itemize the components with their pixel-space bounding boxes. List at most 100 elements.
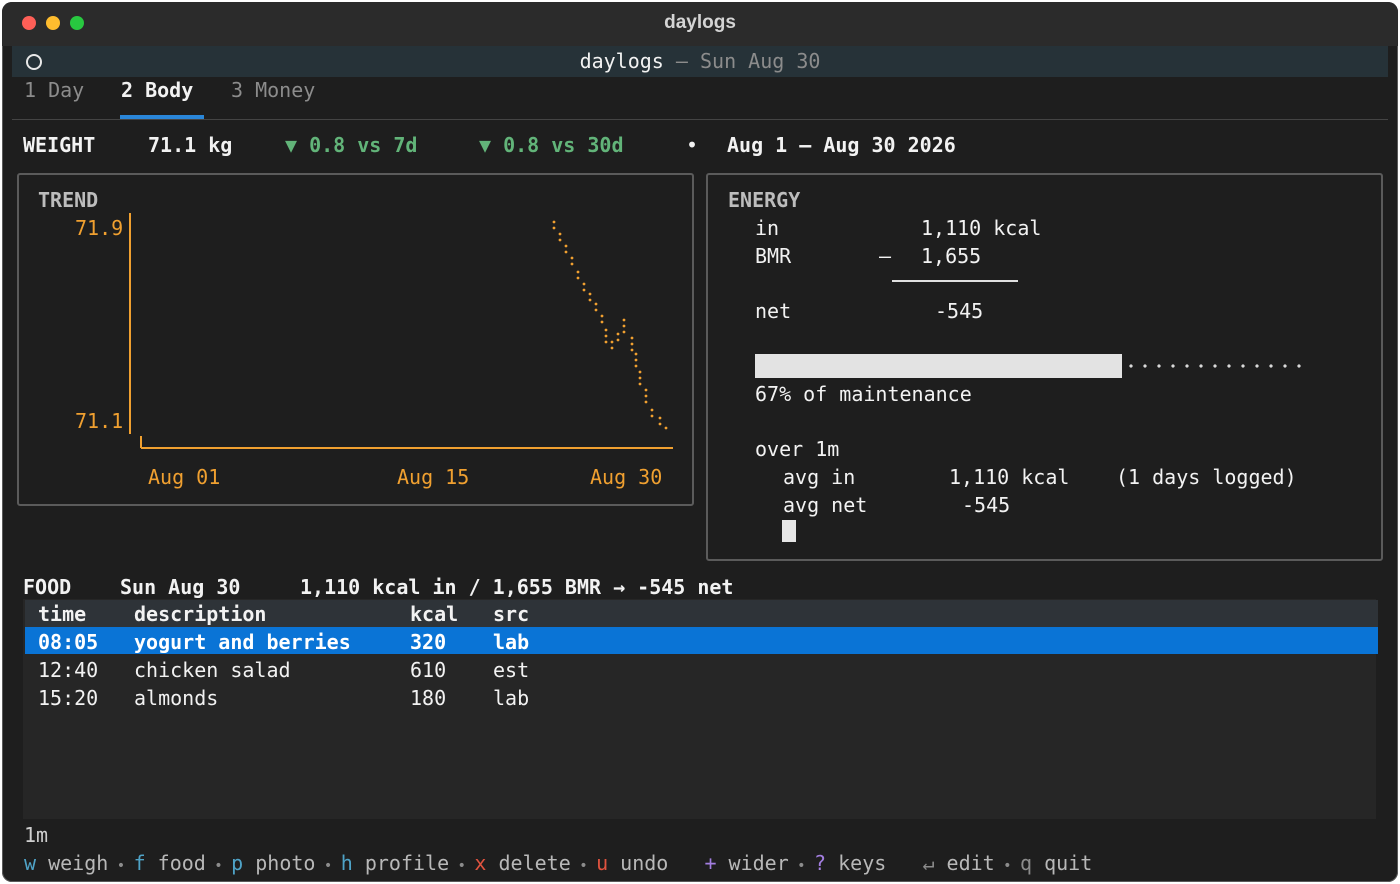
maintenance-bar-remaining xyxy=(1124,364,1305,368)
row-src: lab xyxy=(493,630,530,654)
row-time: 08:05 xyxy=(38,630,99,654)
footer-key-photo[interactable]: p photo xyxy=(231,851,315,875)
row-time: 12:40 xyxy=(38,658,99,682)
app-header-title: daylogs — Sun Aug 30 xyxy=(12,47,1388,75)
tab-body[interactable]: 2 Body xyxy=(121,76,193,104)
footer-key-wider[interactable]: + wider xyxy=(704,851,788,875)
footer-separator: • xyxy=(205,858,232,874)
window-title: daylogs xyxy=(664,12,736,33)
row-description: chicken salad xyxy=(134,658,291,682)
header-separator: — xyxy=(675,49,688,73)
footer-key-label: edit xyxy=(934,851,995,875)
weight-label: WEIGHT xyxy=(23,133,96,157)
row-src: lab xyxy=(493,686,530,710)
row-kcal: 180 xyxy=(410,686,447,710)
food-summary: 1,110 kcal in / 1,655 BMR → -545 net xyxy=(300,575,734,599)
footer-separator: • xyxy=(315,858,341,874)
footer-key-delete[interactable]: x delete xyxy=(474,851,570,875)
footer-key-glyph: x xyxy=(474,851,487,875)
app-header: daylogs — Sun Aug 30 xyxy=(12,46,1388,77)
tab-day[interactable]: 1 Day xyxy=(24,76,84,104)
food-label: FOOD xyxy=(23,575,72,599)
avg-in-value: 1,110 kcal xyxy=(949,465,1070,489)
trend-x-label-start: Aug 01 xyxy=(148,465,221,489)
trend-ymax-label: 71.9 xyxy=(75,216,124,240)
energy-sum-rule xyxy=(892,280,1018,282)
footer-key-weigh[interactable]: w weigh xyxy=(24,851,108,875)
footer-key-quit[interactable]: q quit xyxy=(1020,851,1092,875)
footer-key-label: undo xyxy=(608,851,669,875)
avg-net-label: avg net xyxy=(783,493,868,517)
footer-key-profile[interactable]: h profile xyxy=(341,851,449,875)
footer-key-label: weigh xyxy=(36,851,109,875)
footer-key-glyph: + xyxy=(704,851,717,875)
trend-title: TREND xyxy=(38,188,99,212)
energy-net-label: net xyxy=(755,299,792,323)
weight-value: 71.1 kg xyxy=(148,133,233,157)
footer-separator: • xyxy=(994,858,1020,874)
avg-in-note: (1 days logged) xyxy=(1116,465,1297,489)
row-description: almonds xyxy=(134,686,219,710)
trend-x-label-mid: Aug 15 xyxy=(397,465,470,489)
footer-separator: • xyxy=(449,858,475,874)
col-header-kcal: kcal xyxy=(410,602,459,626)
footer-key-glyph: p xyxy=(231,851,244,875)
footer-key-label: quit xyxy=(1032,851,1093,875)
energy-in-label: in xyxy=(755,216,780,240)
footer-keybar: w weigh • f food • p photo • h profile •… xyxy=(24,849,1092,880)
weight-delta-7d: ▼ 0.8 vs 7d xyxy=(285,133,418,157)
row-description: yogurt and berries xyxy=(134,630,351,654)
col-header-time: time xyxy=(38,602,87,626)
energy-net-value: -545 xyxy=(935,299,984,323)
tabs-divider xyxy=(12,119,1388,120)
tab-money[interactable]: 3 Money xyxy=(231,76,315,104)
footer-key-label: delete xyxy=(486,851,571,875)
table-row[interactable] xyxy=(25,683,1378,710)
energy-bmr-label: BMR xyxy=(755,244,792,268)
row-kcal: 610 xyxy=(410,658,447,682)
footer-key-label: profile xyxy=(352,851,450,875)
app-window: daylogs daylogs — Sun Aug 30 1 Day 2 Bod… xyxy=(2,2,1398,882)
footer-key-edit[interactable]: ↵ edit xyxy=(922,851,994,875)
footer-key-glyph: ↵ xyxy=(922,851,935,875)
footer-key-label: wider xyxy=(716,851,789,875)
energy-title: ENERGY xyxy=(728,188,801,212)
footer-separator: • xyxy=(570,858,597,874)
header-date: Sun Aug 30 xyxy=(700,49,821,73)
maintenance-bar-fill xyxy=(755,354,1122,378)
window-titlebar: daylogs xyxy=(2,2,1398,46)
footer-key-glyph: q xyxy=(1020,851,1033,875)
trend-ymin-label: 71.1 xyxy=(75,409,124,433)
header-app-name: daylogs xyxy=(579,49,664,73)
weight-date-range: Aug 1 — Aug 30 2026 xyxy=(727,133,956,157)
food-date: Sun Aug 30 xyxy=(120,575,241,599)
footer-key-keys[interactable]: ? keys xyxy=(814,851,886,875)
col-header-description: description xyxy=(134,602,267,626)
row-time: 15:20 xyxy=(38,686,99,710)
energy-bmr-value: 1,655 xyxy=(921,244,982,268)
footer-key-glyph: u xyxy=(596,851,609,875)
energy-in-value: 1,110 kcal xyxy=(921,216,1042,240)
footer-period: 1m xyxy=(24,823,49,847)
footer-key-food[interactable]: f food xyxy=(134,851,206,875)
footer-key-glyph: ? xyxy=(814,851,827,875)
row-src: est xyxy=(493,658,530,682)
over-period-label: over 1m xyxy=(755,437,840,461)
footer-key-glyph: w xyxy=(24,851,37,875)
avg-in-label: avg in xyxy=(783,465,856,489)
col-header-src: src xyxy=(493,602,530,626)
footer-separator: • xyxy=(108,858,134,874)
text-cursor xyxy=(782,520,796,542)
footer-separator: • xyxy=(788,858,815,874)
footer-key-label: food xyxy=(145,851,206,875)
row-kcal: 320 xyxy=(410,630,447,654)
footer-key-glyph: h xyxy=(340,851,353,875)
footer-key-glyph: f xyxy=(133,851,146,875)
trend-x-label-end: Aug 30 xyxy=(590,465,663,489)
energy-bmr-operator: – xyxy=(879,244,892,268)
footer-key-undo[interactable]: u undo xyxy=(596,851,668,875)
avg-net-value: -545 xyxy=(962,493,1011,517)
footer-key-label: keys xyxy=(826,851,887,875)
weight-bullet: • xyxy=(686,133,699,157)
weight-delta-30d: ▼ 0.8 vs 30d xyxy=(479,133,624,157)
